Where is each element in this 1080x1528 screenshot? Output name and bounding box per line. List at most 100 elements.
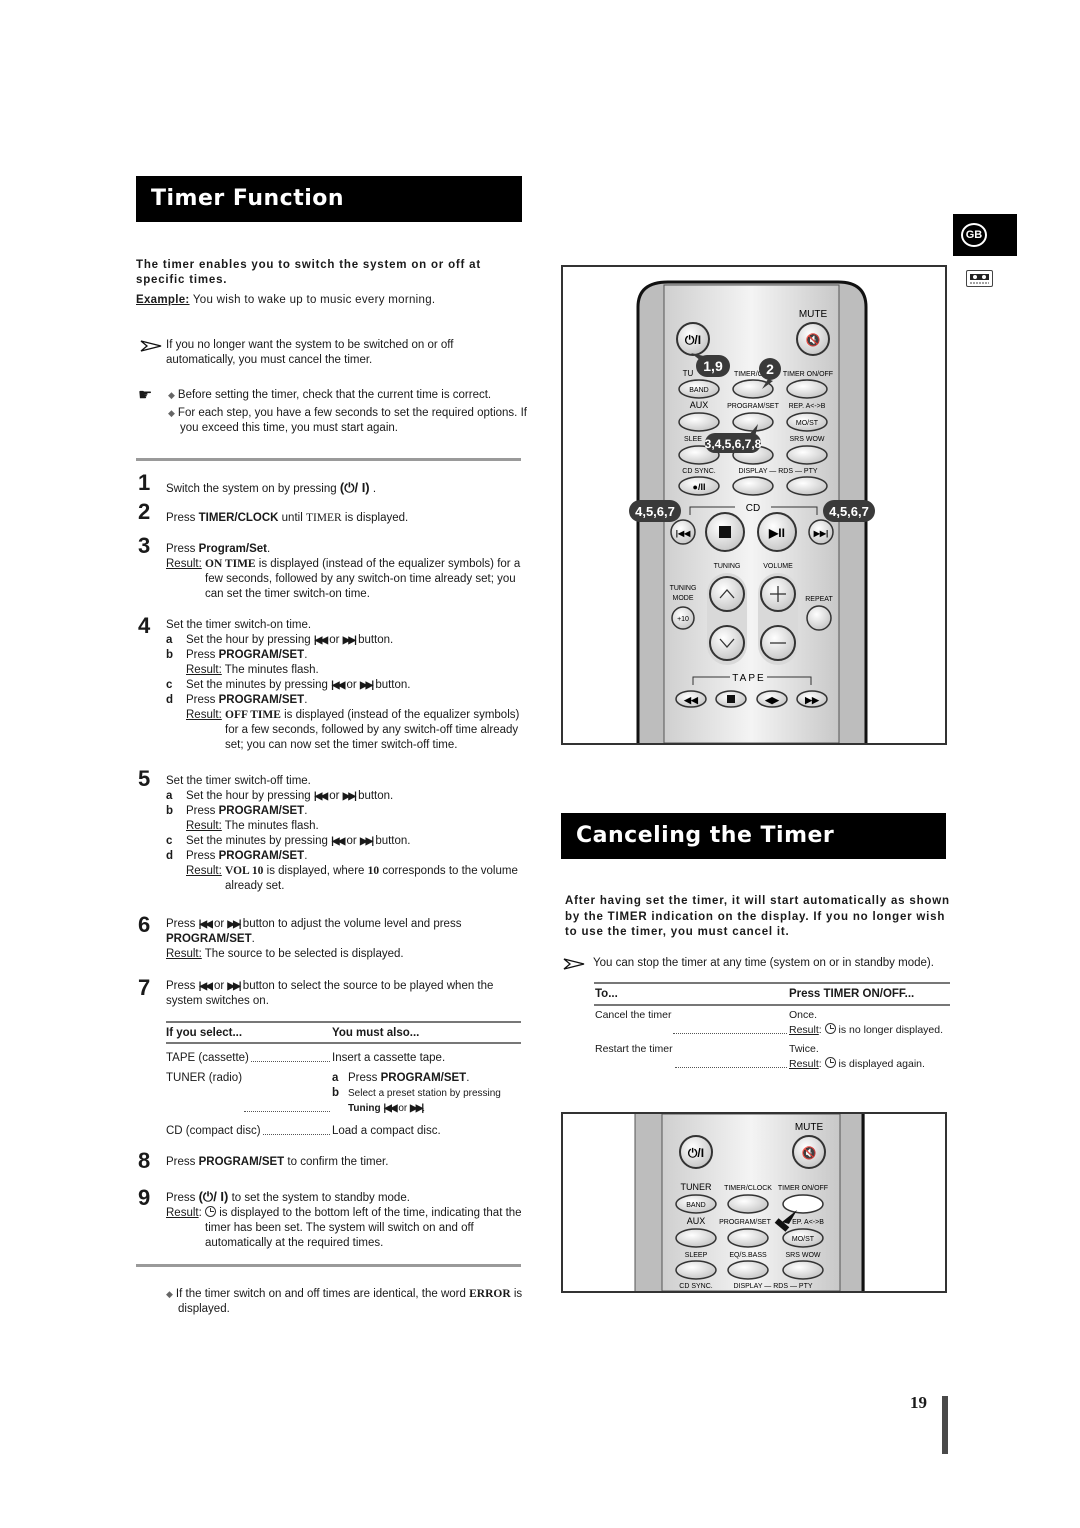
step-5-text: Set the timer switch-off time. a Set the … <box>166 775 518 892</box>
skip-forward-icon: ▶▶| <box>342 635 357 646</box>
language-tab: GB <box>953 214 1017 256</box>
cancel-table-header-rule <box>594 1004 950 1006</box>
pointing-hand-icon: ☛ <box>138 387 153 404</box>
svg-text:|◀◀: |◀◀ <box>676 529 691 538</box>
display-button <box>732 476 774 496</box>
skip-back-icon: |◀◀ <box>198 919 213 930</box>
step-2-text: Press TIMER/CLOCK until TIMER is display… <box>166 512 409 524</box>
tape-label: TAPE <box>732 673 765 684</box>
section-divider <box>136 458 521 461</box>
skip-back-icon: |◀◀ <box>198 981 213 992</box>
skip-forward-icon: ▶▶| <box>410 1103 424 1114</box>
tuning-label: TUNING <box>714 563 741 570</box>
step-9-text: Press (⏻/ I) to set the system to standb… <box>166 1189 522 1249</box>
program-set-button <box>732 412 774 432</box>
step-3-text: Press Program/Set. Result: ON TIME is di… <box>166 543 521 600</box>
clock-icon <box>824 1057 836 1068</box>
step-8-number: 8 <box>138 1148 151 1173</box>
timer-clock-label: TIMER/CLOCK <box>724 1185 772 1192</box>
svg-text:4,5,6,7: 4,5,6,7 <box>635 504 675 519</box>
rep-ab-label: REP. A<->B <box>789 403 826 410</box>
cassette-icon <box>966 270 993 287</box>
source-table-header-rule <box>166 1042 521 1044</box>
power-icon: (⏻/ I) <box>339 480 370 495</box>
cancel-table-top-rule <box>594 982 950 984</box>
svg-text:MODE: MODE <box>673 595 694 602</box>
aux-button <box>678 412 720 432</box>
note-arrow-icon <box>563 958 585 970</box>
tips-block: ☛ ◆ Before setting the timer, check that … <box>138 388 528 436</box>
source-table-top-rule <box>166 1021 521 1023</box>
display-rds-pty-label: DISPLAY — RDS — PTY <box>733 1283 812 1290</box>
page-edge-bar <box>942 1396 948 1454</box>
svg-text:◀◀: ◀◀ <box>683 695 699 705</box>
svg-text:2: 2 <box>766 361 774 377</box>
step-8-text: Press PROGRAM/SET to confirm the timer. <box>166 1156 389 1168</box>
step-5-number: 5 <box>138 766 151 791</box>
source-table-header: If you select... You must also... <box>166 1027 420 1039</box>
error-footnote: ◆ If the timer switch on and off times ar… <box>166 1288 523 1315</box>
step-3-number: 3 <box>138 533 151 558</box>
step-4-number: 4 <box>138 613 151 638</box>
display-rds-pty-label: DISPLAY — RDS — PTY <box>738 468 817 475</box>
timer-function-title: Timer Function <box>136 176 522 222</box>
svg-text:MO/ST: MO/ST <box>792 1236 815 1243</box>
srs-wow-label: SRS WOW <box>786 1252 821 1259</box>
diamond-bullet-icon: ◆ <box>166 1289 173 1299</box>
timer-onoff-button <box>786 379 828 399</box>
svg-text:3,4,5,6,7,8: 3,4,5,6,7,8 <box>705 437 762 451</box>
canceling-lead: After having set the timer, it will star… <box>565 895 950 938</box>
canceling-note: You can stop the timer at any time (syst… <box>563 956 953 971</box>
aux-label: AUX <box>687 1216 706 1226</box>
volume-label: VOLUME <box>763 563 793 570</box>
svg-text:▶▶: ▶▶ <box>804 695 820 705</box>
step-7-text: Press |◀◀ or ▶▶| button to select the so… <box>166 980 494 1007</box>
step-7-number: 7 <box>138 975 151 1000</box>
program-set-label: PROGRAM/SET <box>727 403 779 410</box>
sleep-button <box>675 1260 717 1280</box>
remote-diagram: ⏻/I MUTE 🔇 TU TIMER/CLO TIMER ON/OFF BAN… <box>561 265 947 745</box>
source-row-cd: CD (compact disc) Load a compact disc. <box>166 1125 441 1137</box>
svg-text:⏻/I: ⏻/I <box>688 1146 704 1160</box>
intro-block: The timer enables you to switch the syst… <box>136 258 526 308</box>
step-6-number: 6 <box>138 912 151 937</box>
eq-bass-label: EQ/S.BASS <box>729 1252 767 1259</box>
repeat-label: REPEAT <box>805 596 833 603</box>
example-text: You wish to wake up to music every morni… <box>189 294 436 306</box>
source-row-tuner: TUNER (radio) a Press PROGRAM/SET. b Selec… <box>166 1072 501 1114</box>
repeat-button <box>806 605 832 631</box>
svg-text:MO/ST: MO/ST <box>796 420 819 427</box>
srs-wow-button <box>782 1260 824 1280</box>
skip-back-icon: |◀◀ <box>383 1103 397 1114</box>
srs-wow-label: SRS WOW <box>790 436 825 443</box>
timer-onoff-label: TIMER ON/OFF <box>783 371 833 378</box>
svg-text:◀▶: ◀▶ <box>764 695 780 705</box>
mute-icon: 🔇 <box>806 333 821 347</box>
tuning-mode-label: TUNING <box>670 585 697 592</box>
example-line: Example: You wish to wake up to music ev… <box>136 293 526 308</box>
timer-clock-button <box>727 1194 769 1214</box>
intro-lead: The timer enables you to switch the syst… <box>136 259 481 286</box>
note-arrow-icon <box>140 340 162 352</box>
mute-label: MUTE <box>799 309 828 320</box>
remote-diagram-timer-onoff: MUTE ⏻/I 🔇 TUNER TIMER/CLOCK TIMER ON/OF… <box>561 1112 947 1293</box>
skip-forward-icon: ▶▶| <box>227 981 241 992</box>
restart-row: Restart the timer Twice. Result: is disp… <box>595 1043 925 1070</box>
svg-text:BAND: BAND <box>689 387 708 394</box>
language-badge: GB <box>961 223 987 247</box>
clock-icon <box>824 1023 836 1034</box>
diamond-bullet-icon: ◆ <box>168 408 175 418</box>
svg-text:●/II: ●/II <box>693 482 706 492</box>
tip-1: ◆ Before setting the timer, check that th… <box>168 389 492 401</box>
step-6-text: Press |◀◀ or ▶▶| button to adjust the vo… <box>166 918 462 960</box>
svg-text:1,9: 1,9 <box>703 358 723 374</box>
rds-pty-button <box>786 476 828 496</box>
step-2-number: 2 <box>138 499 151 524</box>
svg-text:▶II: ▶II <box>768 526 785 540</box>
mute-label: MUTE <box>795 1122 824 1133</box>
srs-wow-button <box>786 445 828 465</box>
skip-forward-icon: ▶▶| <box>359 680 374 691</box>
cancel-row: Cancel the timer Once. Result: is no lon… <box>595 1009 944 1036</box>
cancel-note: If you no longer want the system to be s… <box>140 338 520 368</box>
skip-back-icon: |◀◀ <box>313 791 328 802</box>
